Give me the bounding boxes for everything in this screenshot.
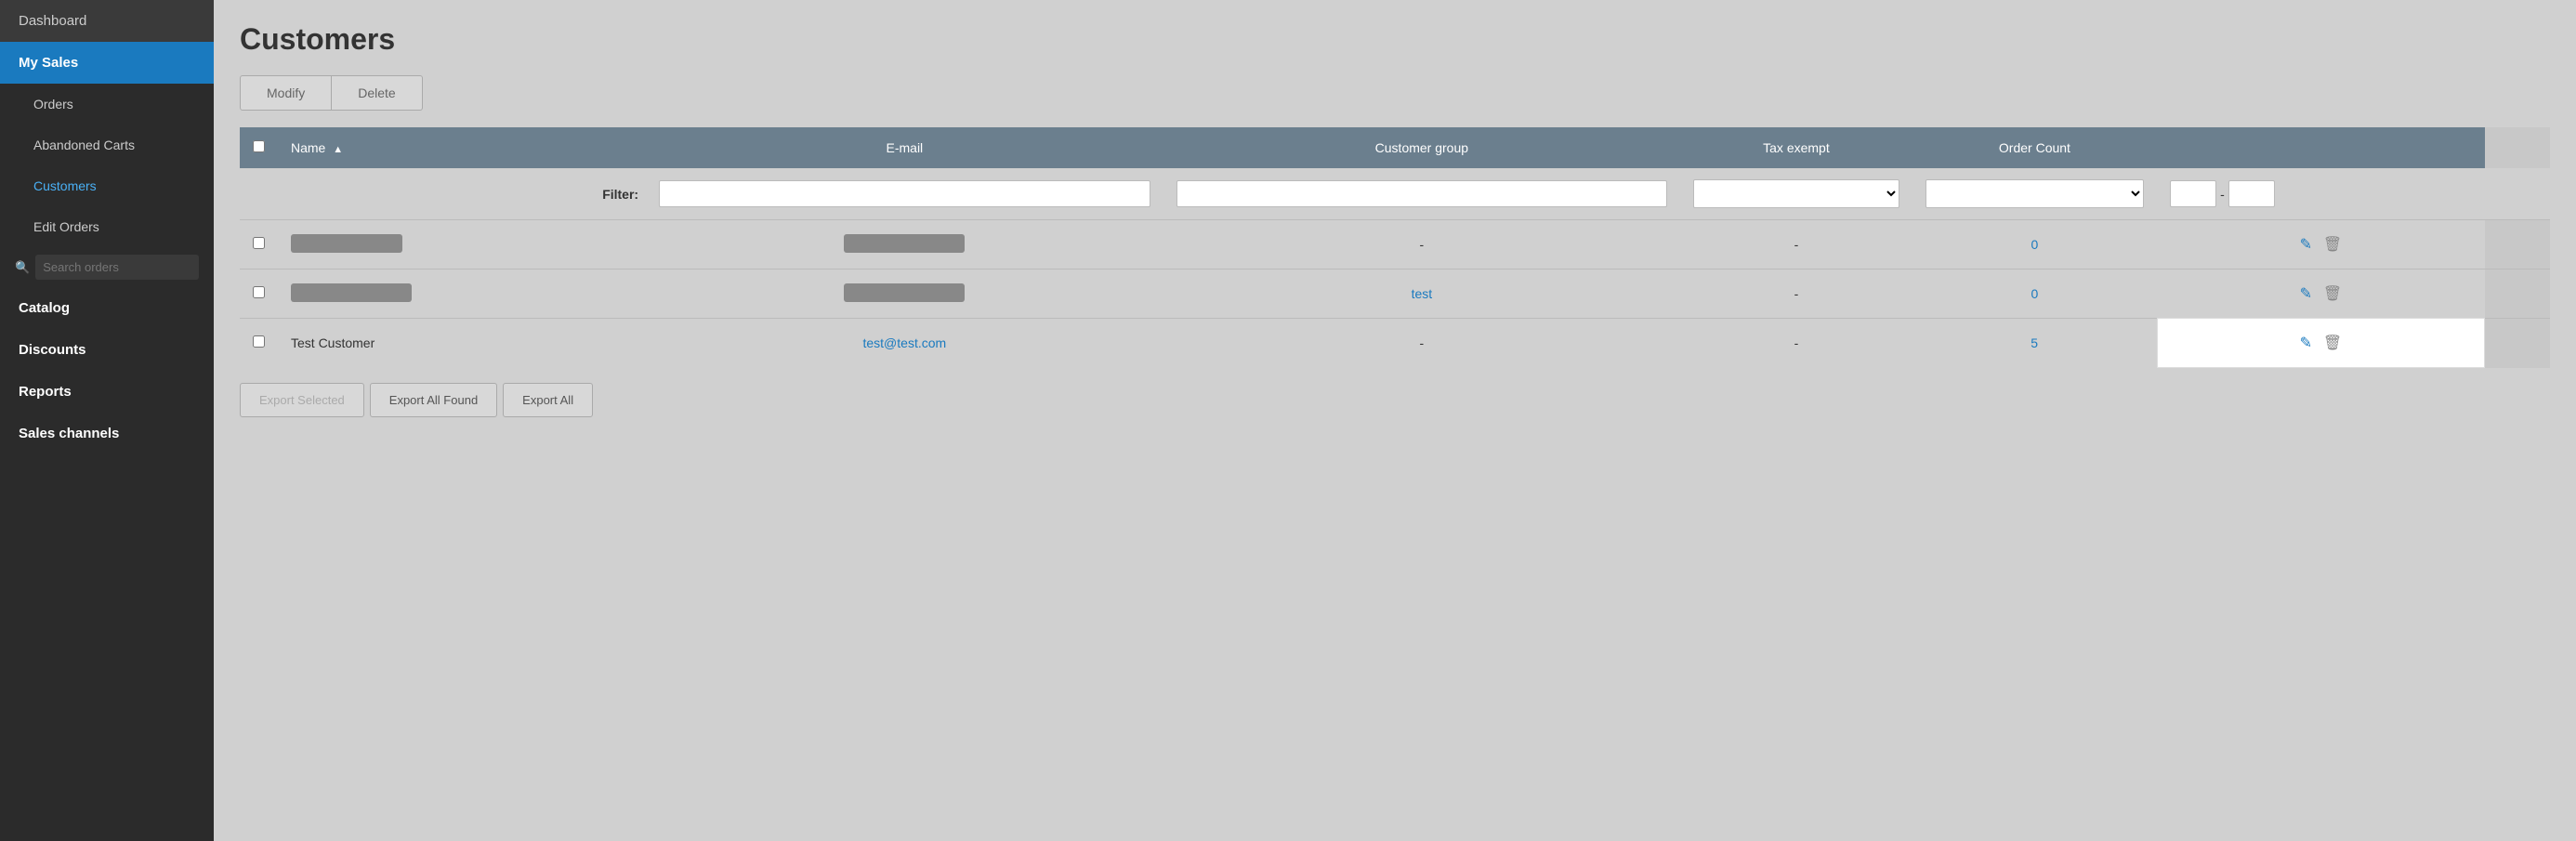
export-all-found-button[interactable]: Export All Found	[370, 383, 497, 417]
export-buttons: Export Selected Export All Found Export …	[240, 383, 2550, 417]
filter-row: Filter:	[240, 168, 2550, 220]
row2-email-cell	[646, 269, 1163, 319]
row2-name-cell	[278, 269, 646, 319]
page-title: Customers	[240, 22, 2550, 57]
filter-label: Filter:	[278, 168, 646, 220]
filter-tax-select[interactable]	[1925, 179, 2144, 208]
main-content: Customers Modify Delete Name ▲ E-mail Cu…	[214, 0, 2576, 841]
filter-name-input[interactable]	[659, 180, 1150, 207]
row1-delete-button[interactable]: 🗑	[2320, 231, 2346, 257]
sidebar-item-sales-channels[interactable]: Sales channels	[0, 413, 214, 454]
filter-checkbox-cell	[240, 168, 278, 220]
header-tax-exempt[interactable]: Tax exempt	[1680, 127, 1912, 168]
name-sort-arrow: ▲	[333, 144, 343, 155]
row1-checkbox[interactable]	[253, 237, 265, 249]
row1-email-placeholder	[844, 234, 965, 253]
row3-checkbox-cell	[240, 319, 278, 368]
search-orders-wrap: 🔍	[0, 247, 214, 287]
filter-tax-cell	[1912, 168, 2157, 220]
sidebar-item-abandoned-carts[interactable]: Abandoned Carts	[0, 125, 214, 165]
filter-group-select[interactable]	[1693, 179, 1899, 208]
row1-checkbox-cell	[240, 220, 278, 269]
export-all-button[interactable]: Export All	[503, 383, 593, 417]
modify-button[interactable]: Modify	[240, 75, 332, 111]
sidebar: Dashboard My Sales Orders Abandoned Cart…	[0, 0, 214, 841]
row1-group-cell: -	[1163, 220, 1681, 269]
row3-tax-cell: -	[1680, 319, 1912, 368]
row3-actions-cell: ✎ 🗑	[2157, 319, 2485, 368]
row3-edit-button[interactable]: ✎	[2296, 330, 2316, 356]
header-customer-group[interactable]: Customer group	[1163, 127, 1681, 168]
filter-actions-cell	[2485, 168, 2550, 220]
row3-order-count-link[interactable]: 5	[2031, 335, 2038, 350]
row3-email-link[interactable]: test@test.com	[862, 335, 946, 350]
row2-checkbox-cell	[240, 269, 278, 319]
row2-checkbox[interactable]	[253, 286, 265, 298]
row2-email-placeholder	[844, 283, 965, 302]
row1-order-count-link[interactable]: 0	[2031, 237, 2039, 252]
export-selected-button[interactable]: Export Selected	[240, 383, 364, 417]
sidebar-item-discounts[interactable]: Discounts	[0, 329, 214, 371]
sidebar-item-my-sales[interactable]: My Sales	[0, 42, 214, 84]
row2-tax-cell: -	[1680, 269, 1912, 319]
customers-table: Name ▲ E-mail Customer group Tax exempt …	[240, 127, 2550, 368]
row1-order-count-cell: 0	[1912, 220, 2157, 269]
header-name[interactable]: Name ▲	[278, 127, 646, 168]
row2-actions-cell: ✎ 🗑	[2157, 269, 2485, 319]
filter-email-input[interactable]	[1176, 180, 1668, 207]
row2-order-count-cell: 0	[1912, 269, 2157, 319]
row1-email-cell	[646, 220, 1163, 269]
row1-name-cell	[278, 220, 646, 269]
row2-edit-button[interactable]: ✎	[2296, 281, 2316, 307]
filter-order-count-cell: -	[2157, 168, 2485, 220]
select-all-checkbox[interactable]	[253, 140, 265, 152]
filter-email-cell	[1163, 168, 1681, 220]
row2-order-count-link[interactable]: 0	[2031, 286, 2039, 301]
row3-checkbox[interactable]	[253, 335, 265, 348]
row3-delete-button[interactable]: 🗑	[2320, 330, 2346, 356]
table-row: test - 0 ✎ 🗑	[240, 269, 2550, 319]
delete-button[interactable]: Delete	[332, 75, 422, 111]
header-actions-col	[2157, 127, 2485, 168]
filter-range-dash: -	[2220, 187, 2225, 202]
filter-order-min-input[interactable]	[2170, 180, 2216, 207]
search-orders-input[interactable]	[35, 255, 199, 280]
row2-group-cell: test	[1163, 269, 1681, 319]
sidebar-item-reports[interactable]: Reports	[0, 371, 214, 413]
action-buttons: Modify Delete	[240, 75, 2550, 111]
filter-order-max-input[interactable]	[2228, 180, 2275, 207]
table-header-row: Name ▲ E-mail Customer group Tax exempt …	[240, 127, 2550, 168]
row3-email-cell: test@test.com	[646, 319, 1163, 368]
row1-name-placeholder	[291, 234, 402, 253]
row3-group-cell: -	[1163, 319, 1681, 368]
sidebar-item-catalog[interactable]: Catalog	[0, 287, 214, 329]
row2-name-placeholder	[291, 283, 412, 302]
filter-group-cell	[1680, 168, 1912, 220]
search-icon: 🔍	[15, 260, 30, 275]
row1-edit-button[interactable]: ✎	[2296, 231, 2316, 257]
row3-name-cell: Test Customer	[278, 319, 646, 368]
row2-delete-button[interactable]: 🗑	[2320, 281, 2346, 307]
row3-order-count-cell: 5	[1912, 319, 2157, 368]
filter-name-cell	[646, 168, 1163, 220]
sidebar-item-orders[interactable]: Orders	[0, 84, 214, 125]
sidebar-item-dashboard[interactable]: Dashboard	[0, 0, 214, 42]
sidebar-item-edit-orders[interactable]: Edit Orders	[0, 206, 214, 247]
header-email[interactable]: E-mail	[646, 127, 1163, 168]
sidebar-item-customers[interactable]: Customers	[0, 165, 214, 206]
row1-actions-cell: ✎ 🗑	[2157, 220, 2485, 269]
header-checkbox-col	[240, 127, 278, 168]
row2-group-link[interactable]: test	[1412, 286, 1433, 301]
header-order-count[interactable]: Order Count	[1912, 127, 2157, 168]
table-row: - - 0 ✎ 🗑	[240, 220, 2550, 269]
table-row: Test Customer test@test.com - - 5 ✎ 🗑	[240, 319, 2550, 368]
row1-tax-cell: -	[1680, 220, 1912, 269]
